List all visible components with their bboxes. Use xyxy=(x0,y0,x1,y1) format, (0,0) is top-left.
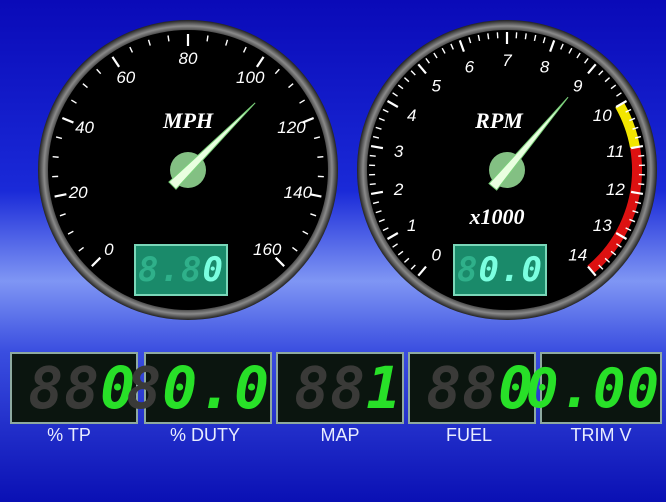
tach-minor-tick xyxy=(369,154,376,157)
tach-tick-label: 11 xyxy=(607,142,625,161)
readout-duty-label: % DUTY xyxy=(169,425,240,445)
readout-trim: 0.00 xyxy=(526,352,662,424)
readout-duty-value: 0.0 xyxy=(162,354,270,422)
speedometer-lcd-ghost: 8.8 xyxy=(138,250,203,290)
tachometer-lcd-ghost: 8 xyxy=(457,250,479,290)
readout-map: 88 1 xyxy=(276,352,404,424)
speedo-minor-tick xyxy=(167,35,170,42)
speedometer-lcd: 8.8 0 xyxy=(134,244,228,296)
speedo-tick-label: 60 xyxy=(116,68,135,87)
tach-tick-label: 14 xyxy=(568,245,587,264)
speedometer-title: MPH xyxy=(162,108,214,133)
tach-minor-tick xyxy=(369,183,376,186)
readout-trim-value: 0.00 xyxy=(525,356,660,420)
tach-tick-label: 4 xyxy=(407,106,416,125)
tach-tick-label: 1 xyxy=(407,216,416,235)
speedo-tick-label: 120 xyxy=(277,118,306,137)
tachometer-lcd: 8 0.0 xyxy=(453,244,547,296)
speedometer-lcd-value: 0 xyxy=(202,250,224,290)
speedo-tick-label: 80 xyxy=(179,49,198,68)
readout-fuel-label: FUEL xyxy=(445,425,492,445)
tach-tick-label: 12 xyxy=(606,180,625,199)
readout-tp: 88 0 xyxy=(10,352,138,424)
speedometer-gauge: MPH 0 20 40 60 80 100 120 140 160 8.8 0 xyxy=(38,18,338,323)
readout-tp-ghost: 88 xyxy=(28,354,101,422)
tach-tick-label: 7 xyxy=(502,51,512,70)
speedo-tick-label: 0 xyxy=(104,240,114,259)
tach-tick-label: 13 xyxy=(593,216,612,235)
readout-fuel: 88 0 xyxy=(408,352,536,424)
tach-tick-label: 8 xyxy=(540,58,550,77)
readout-map-ghost: 88 xyxy=(294,354,367,422)
tachometer-title: RPM xyxy=(474,108,524,133)
tachometer-gauge: RPM x1000 0 1 2 3 4 5 6 7 8 9 10 11 12 13 14 8 0.0 xyxy=(357,18,657,323)
tachometer-multiplier: x1000 xyxy=(469,204,525,229)
readout-fuel-ghost: 88 xyxy=(426,354,499,422)
speedo-tick-label: 100 xyxy=(236,68,265,87)
readout-trim-label: TRIM V xyxy=(570,425,632,445)
tach-tick-label: 2 xyxy=(393,180,404,199)
speedo-minor-tick xyxy=(206,35,209,42)
speedo-tick-label: 140 xyxy=(284,183,313,202)
tach-tick-label: 6 xyxy=(465,58,475,77)
tach-tick-label: 0 xyxy=(432,245,442,264)
tach-minor-tick xyxy=(487,33,490,40)
tach-tick-label: 10 xyxy=(593,106,612,125)
speedo-minor-tick xyxy=(317,155,324,158)
readout-map-value: 1 xyxy=(366,354,402,422)
tachometer-lcd-value: 0.0 xyxy=(478,250,543,290)
readout-map-label: MAP xyxy=(320,425,360,445)
speedo-tick-label: 40 xyxy=(75,118,94,137)
speedo-minor-tick xyxy=(52,155,59,158)
tach-minor-tick xyxy=(638,183,645,186)
tach-tick-label: 3 xyxy=(394,142,404,161)
tach-tick-label: 9 xyxy=(573,77,583,96)
speedo-tick-label: 20 xyxy=(68,183,88,202)
tach-tick-label: 5 xyxy=(432,77,442,96)
readout-duty-ghost: 8 xyxy=(126,354,163,422)
tach-minor-tick xyxy=(638,154,645,157)
readout-duty: 8 0.0 xyxy=(126,352,272,424)
tach-minor-tick xyxy=(524,33,527,40)
speedo-tick-label: 160 xyxy=(253,240,282,259)
readout-tp-label: % TP xyxy=(47,425,91,445)
